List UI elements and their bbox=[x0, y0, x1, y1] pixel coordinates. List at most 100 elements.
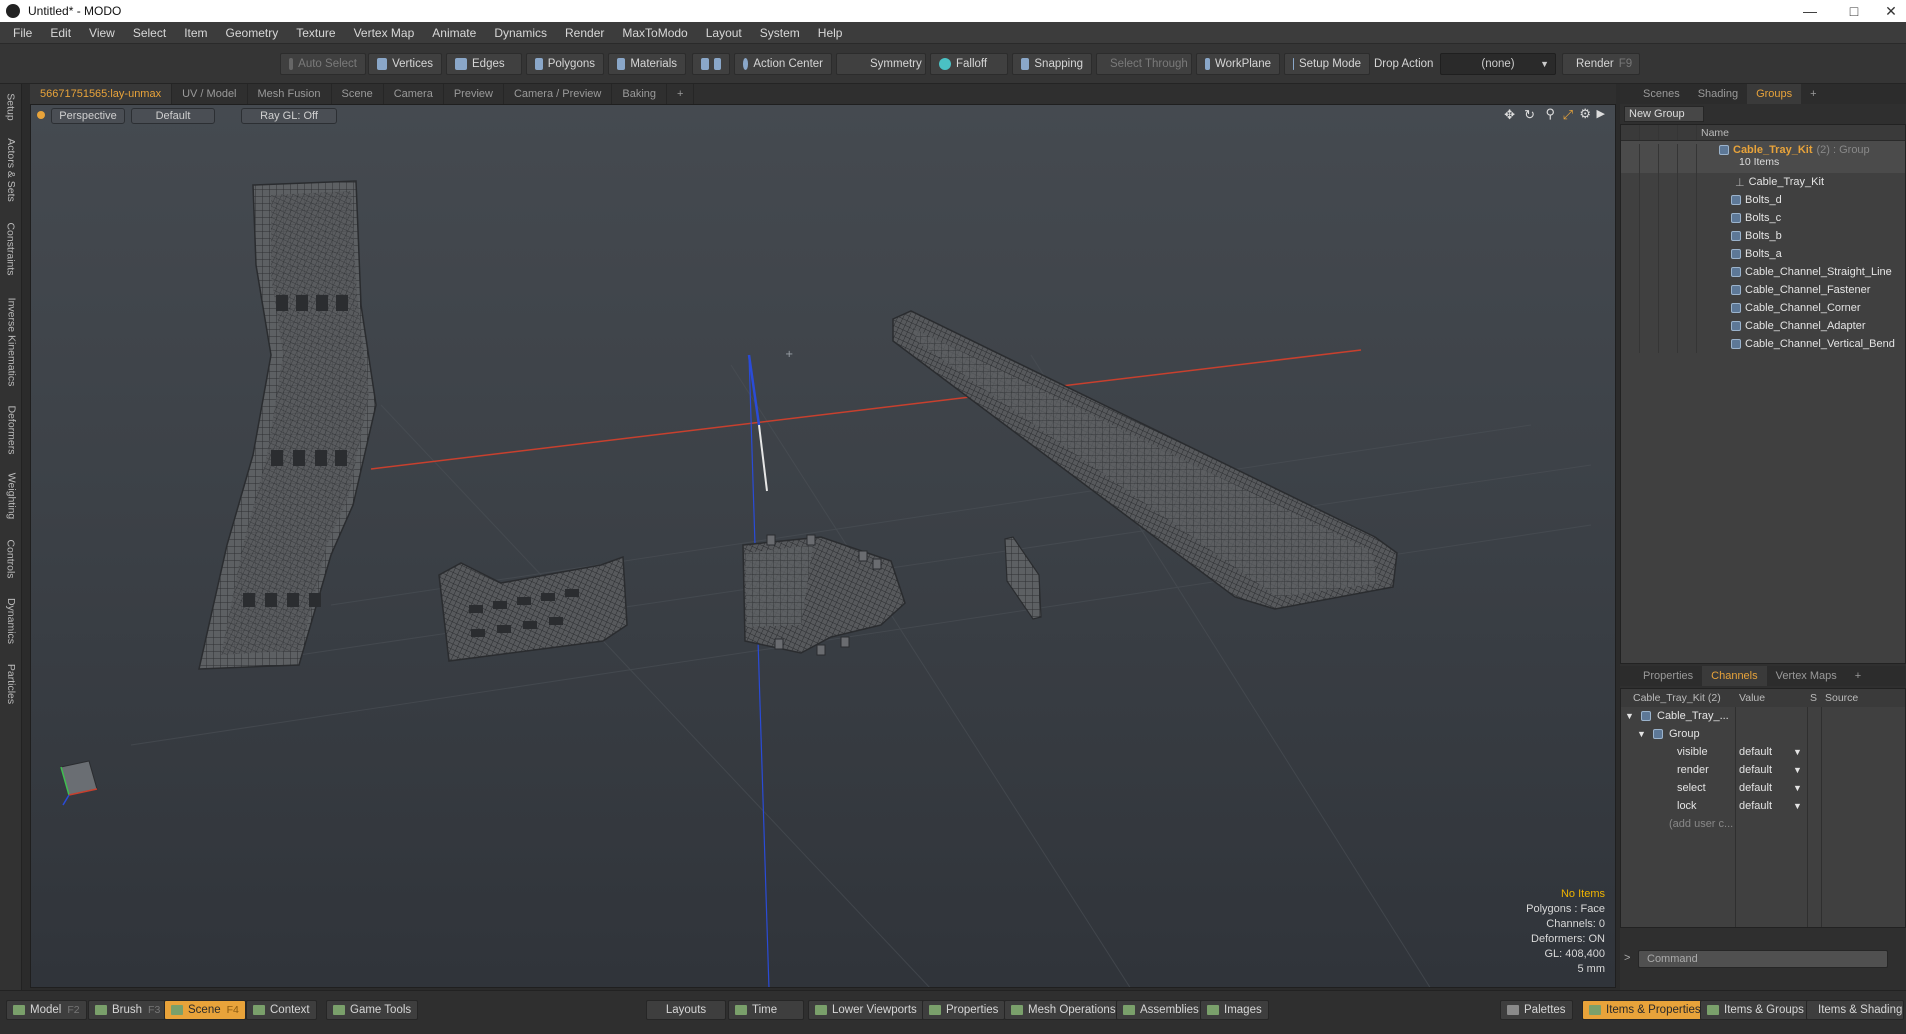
close-icon[interactable]: ✕ bbox=[1876, 0, 1906, 22]
vtab-particles[interactable]: Particles bbox=[0, 656, 22, 712]
assemblies-button[interactable]: Assemblies bbox=[1116, 1000, 1206, 1020]
channel-value[interactable]: default bbox=[1739, 782, 1772, 794]
command-input[interactable]: Command bbox=[1638, 950, 1888, 968]
channel-group-row[interactable]: ▼ Group bbox=[1621, 725, 1905, 743]
scene-layout-button[interactable]: Scene F4 bbox=[164, 1000, 246, 1020]
chevron-down-icon[interactable]: ▼ bbox=[1793, 783, 1802, 793]
tab-vertex-maps[interactable]: Vertex Maps bbox=[1767, 666, 1846, 686]
brush-layout-button[interactable]: Brush F3 bbox=[88, 1000, 168, 1020]
vtab-actors-sets[interactable]: Actors & Sets bbox=[0, 132, 22, 208]
menu-layout[interactable]: Layout bbox=[697, 26, 751, 40]
action-center-button[interactable]: Action Center bbox=[734, 53, 832, 75]
channel-value[interactable]: default bbox=[1739, 800, 1772, 812]
layouts-button[interactable]: Layouts bbox=[646, 1000, 726, 1020]
chevron-down-icon[interactable]: ▼ bbox=[1793, 747, 1802, 757]
chevron-down-icon[interactable]: ▼ bbox=[1793, 801, 1802, 811]
list-item[interactable]: Bolts_c bbox=[1621, 209, 1905, 227]
menu-render[interactable]: Render bbox=[556, 26, 613, 40]
auto-select-button[interactable]: Auto Select bbox=[280, 53, 366, 75]
channel-row[interactable]: render default ▼ bbox=[1621, 761, 1905, 779]
group-visibility[interactable] bbox=[1621, 144, 1697, 173]
tab-mesh-fusion[interactable]: Mesh Fusion bbox=[248, 84, 332, 104]
new-group-button[interactable]: New Group bbox=[1624, 106, 1704, 122]
palettes-button[interactable]: Palettes bbox=[1500, 1000, 1573, 1020]
tab-properties[interactable]: Properties bbox=[1634, 666, 1702, 686]
menu-select[interactable]: Select bbox=[124, 26, 175, 40]
add-properties-tab-button[interactable]: + bbox=[1846, 666, 1870, 686]
list-item[interactable]: Cable_Channel_Fastener bbox=[1621, 281, 1905, 299]
symmetry-button[interactable]: Symmetry bbox=[836, 53, 926, 75]
properties-button[interactable]: Properties bbox=[922, 1000, 1006, 1020]
list-item[interactable]: Cable_Channel_Straight_Line bbox=[1621, 263, 1905, 281]
channel-row[interactable]: lock default ▼ bbox=[1621, 797, 1905, 815]
chevron-down-icon[interactable]: ▼ bbox=[1793, 765, 1802, 775]
lower-viewports-button[interactable]: Lower Viewports bbox=[808, 1000, 924, 1020]
context-layout-button[interactable]: Context bbox=[246, 1000, 317, 1020]
render-button[interactable]: Render F9 bbox=[1562, 53, 1640, 75]
menu-item[interactable]: Item bbox=[175, 26, 216, 40]
channel-value[interactable]: default bbox=[1739, 764, 1772, 776]
add-panel-tab-button[interactable]: + bbox=[1801, 84, 1825, 104]
tab-scene[interactable]: Scene bbox=[332, 84, 384, 104]
tab-groups[interactable]: Groups bbox=[1747, 84, 1802, 104]
channel-row[interactable]: select default ▼ bbox=[1621, 779, 1905, 797]
mesh-operations-button[interactable]: Mesh Operations bbox=[1004, 1000, 1123, 1020]
z-axis-handle[interactable] bbox=[758, 424, 768, 492]
materials-button[interactable]: Materials bbox=[608, 53, 686, 75]
vtab-setup[interactable]: Setup bbox=[0, 88, 22, 126]
falloff-button[interactable]: Falloff bbox=[930, 53, 1008, 75]
tab-uv-model[interactable]: UV / Model bbox=[172, 84, 248, 104]
list-item[interactable]: Cable_Channel_Adapter bbox=[1621, 317, 1905, 335]
setup-mode-button[interactable]: Setup Mode bbox=[1284, 53, 1370, 75]
time-button[interactable]: Time bbox=[728, 1000, 804, 1020]
maximize-icon[interactable]: □ bbox=[1832, 0, 1876, 22]
vtab-deformers[interactable]: Deformers bbox=[0, 400, 22, 460]
tab-layout-unmax[interactable]: 56671751565:lay-unmax bbox=[30, 84, 173, 104]
menu-edit[interactable]: Edit bbox=[41, 26, 80, 40]
menu-view[interactable]: View bbox=[80, 26, 124, 40]
3d-viewport[interactable]: Perspective Default Ray GL: Off ✥ ↻ ⚲ ⤢ … bbox=[30, 104, 1616, 988]
polygons-button[interactable]: Polygons bbox=[526, 53, 604, 75]
channel-root-row[interactable]: ▼ Cable_Tray_... bbox=[1621, 707, 1905, 725]
menu-geometry[interactable]: Geometry bbox=[217, 26, 288, 40]
select-through-button[interactable]: Select Through bbox=[1096, 53, 1192, 75]
list-item[interactable]: Bolts_d bbox=[1621, 191, 1905, 209]
minimize-icon[interactable]: — bbox=[1788, 0, 1832, 22]
expand-arrow-icon[interactable]: ▼ bbox=[1637, 729, 1646, 739]
list-item[interactable]: Bolts_a bbox=[1621, 245, 1905, 263]
list-item[interactable]: Cable_Channel_Corner bbox=[1621, 299, 1905, 317]
items-properties-button[interactable]: Items & Properties bbox=[1582, 1000, 1708, 1020]
group-row[interactable]: Cable_Tray_Kit (2) : Group 10 Items bbox=[1621, 141, 1905, 173]
tab-channels[interactable]: Channels bbox=[1702, 666, 1767, 686]
tab-preview[interactable]: Preview bbox=[444, 84, 504, 104]
cable-channel-fastener[interactable] bbox=[1004, 536, 1042, 620]
menu-animate[interactable]: Animate bbox=[423, 26, 485, 40]
menu-system[interactable]: System bbox=[751, 26, 809, 40]
cable-channel-vertical-bend[interactable] bbox=[198, 180, 377, 670]
vtab-controls[interactable]: Controls bbox=[0, 532, 22, 586]
items-shading-button[interactable]: Items & Shading bbox=[1806, 1000, 1904, 1020]
channel-row[interactable]: visible default ▼ bbox=[1621, 743, 1905, 761]
menu-help[interactable]: Help bbox=[809, 26, 852, 40]
add-tab-button[interactable]: + bbox=[667, 84, 695, 104]
cable-channel-adapter[interactable] bbox=[742, 534, 906, 656]
tab-shading[interactable]: Shading bbox=[1689, 84, 1747, 104]
channel-value[interactable]: default bbox=[1739, 746, 1772, 758]
tab-scenes[interactable]: Scenes bbox=[1634, 84, 1689, 104]
vtab-weighting[interactable]: Weighting bbox=[0, 466, 22, 526]
workplane-button[interactable]: WorkPlane bbox=[1196, 53, 1280, 75]
tab-baking[interactable]: Baking bbox=[612, 84, 668, 104]
expand-arrow-icon[interactable]: ▼ bbox=[1625, 711, 1634, 721]
cable-channel-straight-line[interactable] bbox=[892, 310, 1398, 610]
vtab-constraints[interactable]: Constraints bbox=[0, 214, 22, 284]
menu-maxtomodo[interactable]: MaxToModo bbox=[613, 26, 696, 40]
menu-texture[interactable]: Texture bbox=[287, 26, 344, 40]
list-item[interactable]: Cable_Channel_Vertical_Bend bbox=[1621, 335, 1905, 353]
list-item[interactable]: ⊥ Cable_Tray_Kit bbox=[1621, 173, 1905, 191]
game-tools-layout-button[interactable]: Game Tools bbox=[326, 1000, 419, 1020]
tab-camera-preview[interactable]: Camera / Preview bbox=[504, 84, 613, 104]
menu-file[interactable]: File bbox=[4, 26, 41, 40]
items-groups-button[interactable]: Items & Groups bbox=[1700, 1000, 1811, 1020]
snapping-button[interactable]: Snapping bbox=[1012, 53, 1092, 75]
add-user-channel-row[interactable]: (add user c... bbox=[1621, 815, 1905, 833]
